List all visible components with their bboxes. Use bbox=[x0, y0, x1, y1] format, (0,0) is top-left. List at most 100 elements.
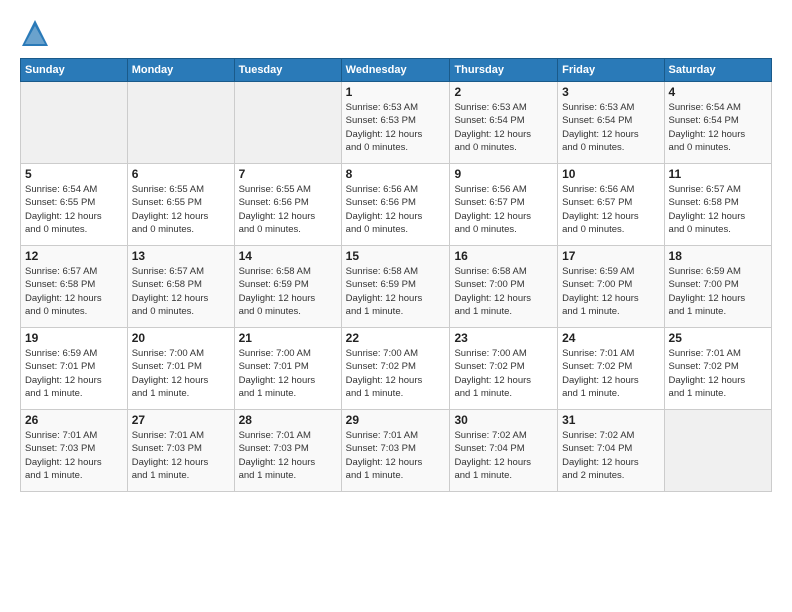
calendar-cell: 1 Sunrise: 6:53 AM Sunset: 6:53 PM Daylig… bbox=[341, 82, 450, 164]
day-info: Sunrise: 6:56 AM Sunset: 6:56 PM Dayligh… bbox=[346, 183, 446, 236]
day-info: Sunrise: 7:02 AM Sunset: 7:04 PM Dayligh… bbox=[562, 429, 659, 482]
calendar-cell: 24 Sunrise: 7:01 AM Sunset: 7:02 PM Dayli… bbox=[558, 328, 664, 410]
calendar-cell: 23 Sunrise: 7:00 AM Sunset: 7:02 PM Dayli… bbox=[450, 328, 558, 410]
calendar-cell: 4 Sunrise: 6:54 AM Sunset: 6:54 PM Daylig… bbox=[664, 82, 771, 164]
day-info: Sunrise: 6:53 AM Sunset: 6:54 PM Dayligh… bbox=[454, 101, 553, 154]
weekday-wednesday: Wednesday bbox=[341, 59, 450, 82]
calendar-cell: 21 Sunrise: 7:00 AM Sunset: 7:01 PM Dayli… bbox=[234, 328, 341, 410]
calendar-cell: 29Sunrise: 7:01 AM Sunset: 7:03 PM Dayli… bbox=[341, 410, 450, 492]
day-number: 2 bbox=[454, 85, 553, 99]
calendar-cell: 31 Sunrise: 7:02 AM Sunset: 7:04 PM Dayli… bbox=[558, 410, 664, 492]
weekday-sunday: Sunday bbox=[21, 59, 128, 82]
calendar-cell: 2 Sunrise: 6:53 AM Sunset: 6:54 PM Daylig… bbox=[450, 82, 558, 164]
week-row-4: 19 Sunrise: 6:59 AM Sunset: 7:01 PM Dayli… bbox=[21, 328, 772, 410]
day-info: Sunrise: 7:02 AM Sunset: 7:04 PM Dayligh… bbox=[454, 429, 553, 482]
day-info: Sunrise: 7:01 AM Sunset: 7:03 PM Dayligh… bbox=[25, 429, 123, 482]
day-info: Sunrise: 7:00 AM Sunset: 7:01 PM Dayligh… bbox=[239, 347, 337, 400]
weekday-friday: Friday bbox=[558, 59, 664, 82]
day-info: Sunrise: 6:57 AM Sunset: 6:58 PM Dayligh… bbox=[132, 265, 230, 318]
day-info: Sunrise: 6:57 AM Sunset: 6:58 PM Dayligh… bbox=[669, 183, 767, 236]
day-info: Sunrise: 6:55 AM Sunset: 6:55 PM Dayligh… bbox=[132, 183, 230, 236]
calendar-cell: 15 Sunrise: 6:58 AM Sunset: 6:59 PM Dayli… bbox=[341, 246, 450, 328]
day-number: 8 bbox=[346, 167, 446, 181]
day-info: Sunrise: 6:56 AM Sunset: 6:57 PM Dayligh… bbox=[562, 183, 659, 236]
calendar-cell: 20 Sunrise: 7:00 AM Sunset: 7:01 PM Dayli… bbox=[127, 328, 234, 410]
day-number: 19 bbox=[25, 331, 123, 345]
day-number: 4 bbox=[669, 85, 767, 99]
week-row-2: 5Sunrise: 6:54 AM Sunset: 6:55 PM Daylig… bbox=[21, 164, 772, 246]
calendar-cell: 28 Sunrise: 7:01 AM Sunset: 7:03 PM Dayli… bbox=[234, 410, 341, 492]
page: SundayMondayTuesdayWednesdayThursdayFrid… bbox=[0, 0, 792, 612]
calendar-cell: 14Sunrise: 6:58 AM Sunset: 6:59 PM Dayli… bbox=[234, 246, 341, 328]
day-info: Sunrise: 7:00 AM Sunset: 7:01 PM Dayligh… bbox=[132, 347, 230, 400]
calendar-cell: 11 Sunrise: 6:57 AM Sunset: 6:58 PM Dayli… bbox=[664, 164, 771, 246]
calendar-body: 1 Sunrise: 6:53 AM Sunset: 6:53 PM Daylig… bbox=[21, 82, 772, 492]
day-info: Sunrise: 7:01 AM Sunset: 7:03 PM Dayligh… bbox=[346, 429, 446, 482]
calendar-cell: 27 Sunrise: 7:01 AM Sunset: 7:03 PM Dayli… bbox=[127, 410, 234, 492]
calendar-cell bbox=[127, 82, 234, 164]
weekday-header-row: SundayMondayTuesdayWednesdayThursdayFrid… bbox=[21, 59, 772, 82]
calendar-cell: 10 Sunrise: 6:56 AM Sunset: 6:57 PM Dayli… bbox=[558, 164, 664, 246]
calendar-header: SundayMondayTuesdayWednesdayThursdayFrid… bbox=[21, 59, 772, 82]
day-number: 11 bbox=[669, 167, 767, 181]
day-info: Sunrise: 7:00 AM Sunset: 7:02 PM Dayligh… bbox=[454, 347, 553, 400]
logo bbox=[20, 18, 54, 48]
calendar-cell: 18Sunrise: 6:59 AM Sunset: 7:00 PM Dayli… bbox=[664, 246, 771, 328]
day-info: Sunrise: 6:57 AM Sunset: 6:58 PM Dayligh… bbox=[25, 265, 123, 318]
day-number: 31 bbox=[562, 413, 659, 427]
day-info: Sunrise: 6:59 AM Sunset: 7:00 PM Dayligh… bbox=[669, 265, 767, 318]
day-info: Sunrise: 6:54 AM Sunset: 6:54 PM Dayligh… bbox=[669, 101, 767, 154]
calendar-cell: 26 Sunrise: 7:01 AM Sunset: 7:03 PM Dayli… bbox=[21, 410, 128, 492]
day-info: Sunrise: 7:01 AM Sunset: 7:03 PM Dayligh… bbox=[239, 429, 337, 482]
day-info: Sunrise: 6:59 AM Sunset: 7:01 PM Dayligh… bbox=[25, 347, 123, 400]
day-number: 24 bbox=[562, 331, 659, 345]
day-number: 26 bbox=[25, 413, 123, 427]
day-info: Sunrise: 6:54 AM Sunset: 6:55 PM Dayligh… bbox=[25, 183, 123, 236]
weekday-saturday: Saturday bbox=[664, 59, 771, 82]
calendar: SundayMondayTuesdayWednesdayThursdayFrid… bbox=[20, 58, 772, 492]
weekday-monday: Monday bbox=[127, 59, 234, 82]
calendar-cell: 6 Sunrise: 6:55 AM Sunset: 6:55 PM Daylig… bbox=[127, 164, 234, 246]
header bbox=[20, 18, 772, 48]
day-number: 6 bbox=[132, 167, 230, 181]
day-number: 28 bbox=[239, 413, 337, 427]
day-info: Sunrise: 6:59 AM Sunset: 7:00 PM Dayligh… bbox=[562, 265, 659, 318]
day-number: 13 bbox=[132, 249, 230, 263]
day-number: 23 bbox=[454, 331, 553, 345]
day-info: Sunrise: 6:53 AM Sunset: 6:53 PM Dayligh… bbox=[346, 101, 446, 154]
day-number: 20 bbox=[132, 331, 230, 345]
day-number: 15 bbox=[346, 249, 446, 263]
calendar-cell: 22 Sunrise: 7:00 AM Sunset: 7:02 PM Dayli… bbox=[341, 328, 450, 410]
calendar-cell: 16Sunrise: 6:58 AM Sunset: 7:00 PM Dayli… bbox=[450, 246, 558, 328]
calendar-cell: 25Sunrise: 7:01 AM Sunset: 7:02 PM Dayli… bbox=[664, 328, 771, 410]
calendar-cell: 30 Sunrise: 7:02 AM Sunset: 7:04 PM Dayli… bbox=[450, 410, 558, 492]
weekday-thursday: Thursday bbox=[450, 59, 558, 82]
calendar-cell: 5Sunrise: 6:54 AM Sunset: 6:55 PM Daylig… bbox=[21, 164, 128, 246]
day-number: 27 bbox=[132, 413, 230, 427]
day-number: 22 bbox=[346, 331, 446, 345]
calendar-cell: 13 Sunrise: 6:57 AM Sunset: 6:58 PM Dayli… bbox=[127, 246, 234, 328]
day-number: 9 bbox=[454, 167, 553, 181]
day-info: Sunrise: 6:55 AM Sunset: 6:56 PM Dayligh… bbox=[239, 183, 337, 236]
calendar-cell: 19 Sunrise: 6:59 AM Sunset: 7:01 PM Dayli… bbox=[21, 328, 128, 410]
day-number: 10 bbox=[562, 167, 659, 181]
calendar-cell bbox=[21, 82, 128, 164]
day-info: Sunrise: 6:58 AM Sunset: 7:00 PM Dayligh… bbox=[454, 265, 553, 318]
calendar-cell bbox=[234, 82, 341, 164]
day-number: 1 bbox=[346, 85, 446, 99]
day-info: Sunrise: 6:56 AM Sunset: 6:57 PM Dayligh… bbox=[454, 183, 553, 236]
day-number: 3 bbox=[562, 85, 659, 99]
day-number: 30 bbox=[454, 413, 553, 427]
day-number: 21 bbox=[239, 331, 337, 345]
calendar-cell: 9 Sunrise: 6:56 AM Sunset: 6:57 PM Daylig… bbox=[450, 164, 558, 246]
week-row-3: 12 Sunrise: 6:57 AM Sunset: 6:58 PM Dayli… bbox=[21, 246, 772, 328]
calendar-cell: 3Sunrise: 6:53 AM Sunset: 6:54 PM Daylig… bbox=[558, 82, 664, 164]
day-info: Sunrise: 7:01 AM Sunset: 7:03 PM Dayligh… bbox=[132, 429, 230, 482]
calendar-cell: 12 Sunrise: 6:57 AM Sunset: 6:58 PM Dayli… bbox=[21, 246, 128, 328]
day-info: Sunrise: 7:00 AM Sunset: 7:02 PM Dayligh… bbox=[346, 347, 446, 400]
day-info: Sunrise: 7:01 AM Sunset: 7:02 PM Dayligh… bbox=[562, 347, 659, 400]
day-info: Sunrise: 6:58 AM Sunset: 6:59 PM Dayligh… bbox=[346, 265, 446, 318]
day-number: 12 bbox=[25, 249, 123, 263]
calendar-cell bbox=[664, 410, 771, 492]
weekday-tuesday: Tuesday bbox=[234, 59, 341, 82]
